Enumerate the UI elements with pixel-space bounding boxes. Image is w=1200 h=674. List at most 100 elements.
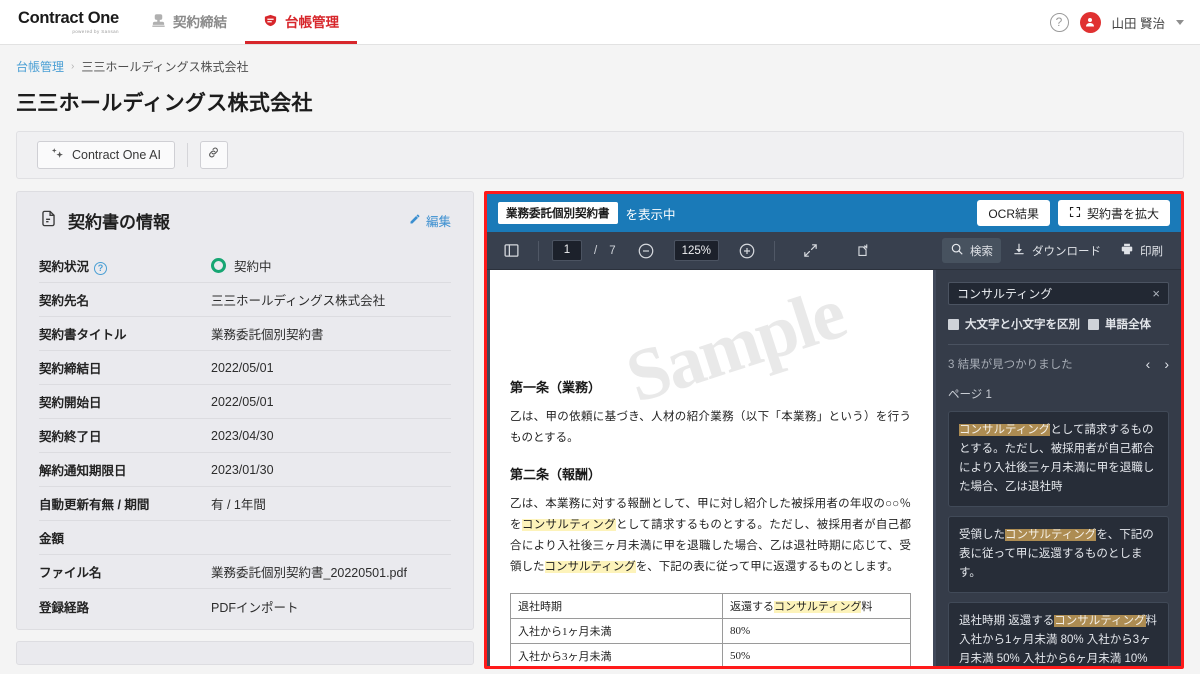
row-value: 業務委託個別契約書_20220501.pdf bbox=[211, 566, 407, 580]
user-name: 山田 賢治 bbox=[1111, 16, 1165, 31]
zoom-out-icon[interactable] bbox=[632, 238, 660, 264]
clause-1-body: 乙は、甲の依頼に基づき、人材の紹介業務（以下「本業務」という）を行うものとする。 bbox=[510, 411, 911, 445]
search-label: 検索 bbox=[970, 245, 993, 258]
brand-tagline: powered by Sansan bbox=[72, 28, 119, 34]
highlight-term: コンサルティング bbox=[774, 600, 862, 613]
result-navigation: ‹ › bbox=[1146, 357, 1169, 371]
tab-ledger-management[interactable]: 台帳管理 bbox=[245, 0, 357, 44]
highlight-term: コンサルティング bbox=[1005, 529, 1097, 542]
search-input-wrapper[interactable]: × bbox=[948, 282, 1169, 306]
clause-2-title: 第二条（報酬） bbox=[510, 466, 602, 482]
watermark: Sample bbox=[616, 272, 854, 419]
page-header: 台帳管理 › 三三ホールディングス株式会社 三三ホールディングス株式会社 bbox=[0, 45, 1200, 117]
row-key: 自動更新有無 / 期間 bbox=[39, 498, 150, 512]
viewing-document-chip: 業務委託個別契約書 bbox=[498, 202, 618, 224]
contract-one-ai-button[interactable]: Contract One AI bbox=[37, 141, 175, 169]
divider bbox=[186, 143, 188, 167]
pdf-toolbar: 1 / 7 125% 検索 ダウンロード 印刷 bbox=[487, 232, 1181, 270]
next-result-icon[interactable]: › bbox=[1164, 357, 1169, 371]
card-header: 契約書の情報 編集 bbox=[39, 208, 451, 233]
tab-label: 契約締結 bbox=[173, 14, 227, 30]
ai-action-bar: Contract One AI bbox=[16, 131, 1184, 179]
viewing-suffix-label: を表示中 bbox=[625, 207, 676, 222]
search-toggle-button[interactable]: 検索 bbox=[942, 238, 1001, 263]
list-item[interactable]: 受領したコンサルティングを、下記の表に従って甲に返還するものとします。 bbox=[948, 516, 1169, 593]
result-count: 3 結果が見つかりました bbox=[948, 359, 1073, 372]
page-number-input[interactable]: 1 bbox=[552, 240, 582, 261]
expand-icon bbox=[1069, 206, 1081, 221]
card-title: 契約書の情報 bbox=[39, 208, 170, 233]
row-value: 2023/01/30 bbox=[211, 462, 274, 477]
contract-info-column: 契約書の情報 編集 契約状況? 契約中 契約先名 三三ホールディングス株式会社 … bbox=[16, 191, 474, 669]
row-key: ファイル名 bbox=[39, 566, 102, 580]
stamp-icon bbox=[151, 13, 166, 28]
pdf-page: Sample 第一条（業務） 乙は、甲の依頼に基づき、人材の紹介業務（以下「本業… bbox=[490, 270, 933, 666]
list-item[interactable]: 退社時期 返還するコンサルティング料 入社から1ヶ月未満 80% 入社から3ヶ月… bbox=[948, 602, 1169, 666]
link-button[interactable] bbox=[199, 141, 228, 169]
row-key-text: 契約状況 bbox=[39, 260, 90, 274]
sidebar-toggle-icon[interactable] bbox=[497, 238, 525, 264]
refund-table: 退社時期 返還するコンサルティング料 入社から1ヶ月未満 80% 入社から3ヶ月… bbox=[510, 592, 911, 666]
list-item[interactable]: コンサルティングとして請求するものとする。ただし、被採用者が自己都合により入社後… bbox=[948, 411, 1169, 508]
close-icon[interactable]: × bbox=[1152, 286, 1160, 301]
highlight-term: コンサルティング bbox=[544, 561, 636, 574]
search-input[interactable] bbox=[957, 286, 1147, 301]
chevron-down-icon[interactable] bbox=[1176, 19, 1184, 25]
rotate-page-icon[interactable] bbox=[848, 238, 876, 264]
option-label: 大文字と小文字を区別 bbox=[965, 319, 1080, 332]
status-indicator-icon bbox=[211, 258, 226, 273]
row-value: 契約中 bbox=[211, 256, 272, 275]
zoom-level-display[interactable]: 125% bbox=[673, 240, 720, 261]
edit-label: 編集 bbox=[425, 215, 451, 229]
option-match-case[interactable]: 大文字と小文字を区別 bbox=[948, 316, 1080, 332]
breadcrumb-root[interactable]: 台帳管理 bbox=[16, 58, 64, 75]
breadcrumb: 台帳管理 › 三三ホールディングス株式会社 bbox=[16, 58, 1184, 75]
fit-page-icon[interactable] bbox=[796, 238, 824, 264]
search-status-row: 3 結果が見つかりました ‹ › bbox=[948, 356, 1169, 372]
main-content: 契約書の情報 編集 契約状況? 契約中 契約先名 三三ホールディングス株式会社 … bbox=[0, 179, 1200, 669]
search-options: 大文字と小文字を区別 単語全体 bbox=[948, 316, 1169, 332]
ai-button-label: Contract One AI bbox=[72, 148, 161, 162]
row-key: 契約締結日 bbox=[39, 362, 102, 376]
row-value: 三三ホールディングス株式会社 bbox=[211, 294, 386, 308]
download-label: ダウンロード bbox=[1032, 245, 1101, 258]
page-total: 7 bbox=[609, 244, 616, 257]
info-row-title: 契約書タイトル 業務委託個別契約書 bbox=[39, 317, 451, 351]
tab-label: 台帳管理 bbox=[285, 14, 339, 30]
row-key: 契約終了日 bbox=[39, 430, 102, 444]
table-cell-period: 入社から3ヶ月未満 bbox=[510, 642, 723, 666]
checkbox[interactable] bbox=[1088, 318, 1099, 330]
avatar[interactable] bbox=[1079, 11, 1101, 33]
info-row-amount: 金額 bbox=[39, 521, 451, 555]
help-icon[interactable]: ? bbox=[1049, 12, 1069, 32]
table-header-fee-post: 料 bbox=[861, 600, 873, 613]
breadcrumb-current: 三三ホールディングス株式会社 bbox=[81, 60, 249, 74]
ocr-result-button[interactable]: OCR結果 bbox=[977, 200, 1050, 226]
divider bbox=[948, 344, 1169, 346]
print-button[interactable]: 印刷 bbox=[1112, 238, 1171, 263]
previous-result-icon[interactable]: ‹ bbox=[1146, 357, 1151, 371]
table-row: 入社から3ヶ月未満 50% bbox=[510, 642, 911, 666]
row-key: 登録経路 bbox=[39, 600, 90, 615]
checkbox[interactable] bbox=[948, 318, 959, 330]
page-title: 三三ホールディングス株式会社 bbox=[16, 92, 313, 115]
edit-button[interactable]: 編集 bbox=[409, 211, 451, 230]
help-tooltip-icon[interactable]: ? bbox=[94, 261, 108, 275]
search-results-list: コンサルティングとして請求するものとする。ただし、被採用者が自己都合により入社後… bbox=[948, 411, 1169, 666]
row-value: 2022/05/01 bbox=[211, 360, 274, 375]
pdf-page-scroll-area[interactable]: Sample 第一条（業務） 乙は、甲の依頼に基づき、人材の紹介業務（以下「本業… bbox=[487, 270, 936, 666]
sparkle-icon bbox=[51, 147, 64, 163]
tab-contract-conclusion[interactable]: 契約締結 bbox=[133, 0, 245, 44]
download-button[interactable]: ダウンロード bbox=[1004, 238, 1109, 263]
expand-contract-button[interactable]: 契約書を拡大 bbox=[1057, 200, 1170, 226]
brand-name: Contract One bbox=[18, 9, 119, 27]
option-whole-word[interactable]: 単語全体 bbox=[1088, 316, 1151, 332]
link-icon bbox=[207, 146, 220, 164]
brand-logo[interactable]: Contract One powered by Sansan bbox=[0, 0, 125, 44]
divider bbox=[538, 240, 539, 261]
table-cell-period: 入社から1ヶ月未満 bbox=[510, 617, 723, 644]
zoom-in-icon[interactable] bbox=[733, 238, 761, 264]
info-row-start-date: 契約開始日 2022/05/01 bbox=[39, 385, 451, 419]
row-key: 金額 bbox=[39, 532, 65, 546]
table-row: 入社から1ヶ月未満 80% bbox=[510, 617, 911, 644]
